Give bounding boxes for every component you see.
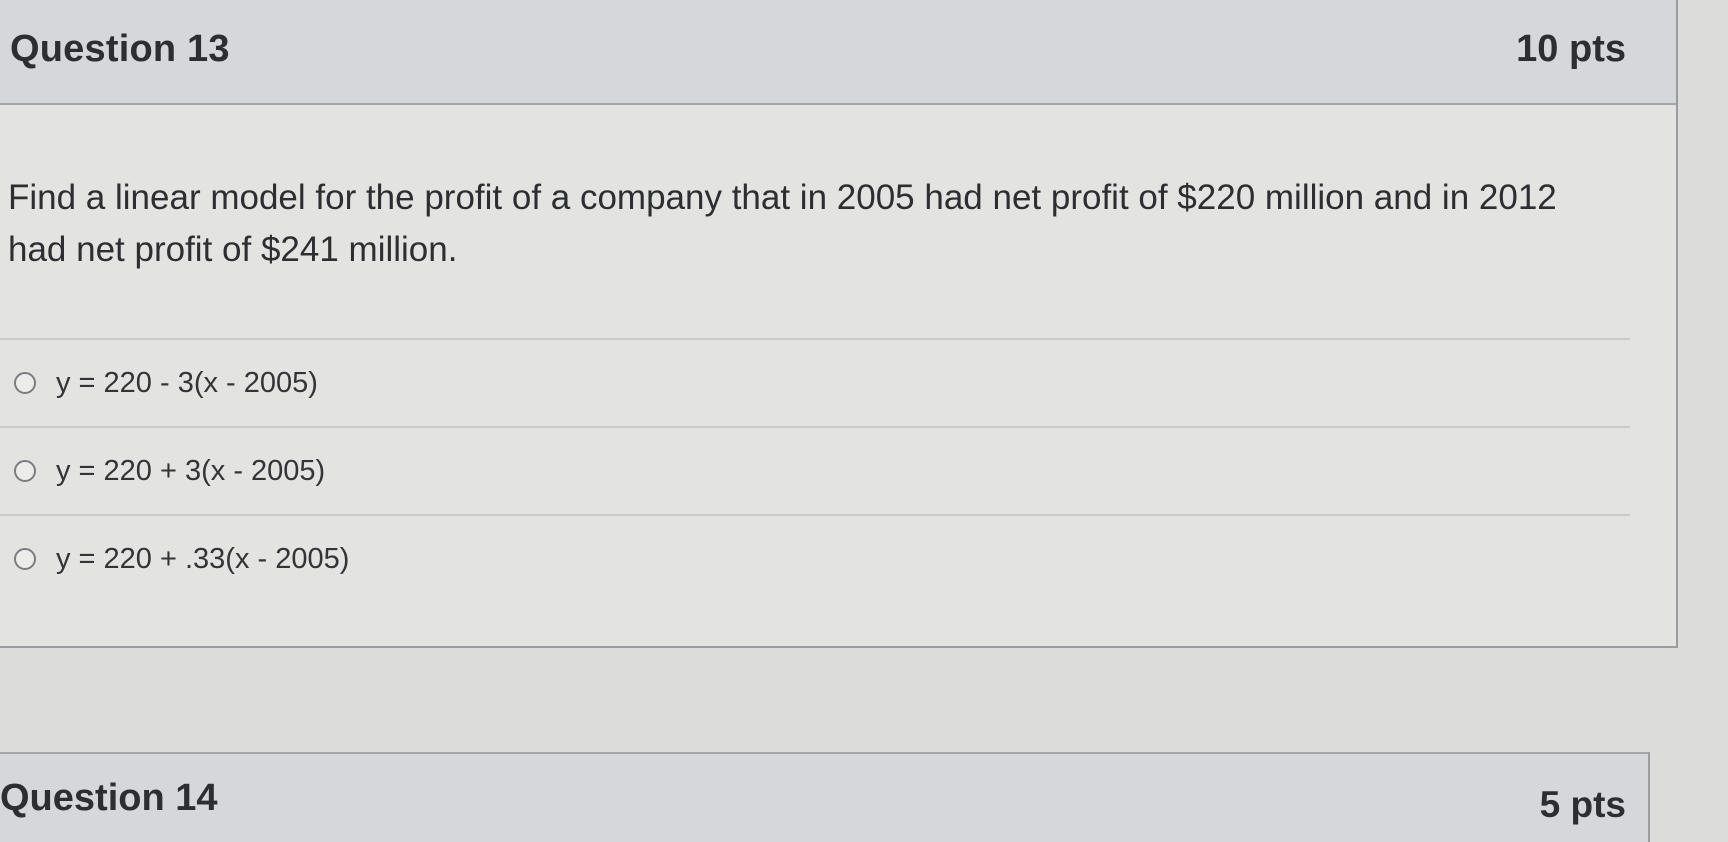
radio-button[interactable]: [14, 372, 36, 394]
question-points: 10 pts: [1516, 28, 1626, 70]
answer-label[interactable]: y = 220 + .33(x - 2005): [56, 543, 349, 576]
question-title: Question 14: [0, 777, 218, 819]
answer-list: y = 220 - 3(x - 2005) y = 220 + 3(x - 20…: [0, 338, 1630, 602]
radio-button[interactable]: [14, 460, 36, 482]
question-title: Question 13: [10, 28, 230, 70]
answer-option-3[interactable]: y = 220 + .33(x - 2005): [0, 516, 1630, 602]
radio-button[interactable]: [14, 548, 36, 570]
question-header: Question 13 10 pts: [0, 0, 1676, 105]
question-14-card: Question 14 5 pts: [0, 752, 1650, 842]
answer-label[interactable]: y = 220 - 3(x - 2005): [56, 367, 318, 400]
answer-option-1[interactable]: y = 220 - 3(x - 2005): [0, 340, 1630, 426]
question-text: Find a linear model for the profit of a …: [8, 178, 1557, 269]
answer-label[interactable]: y = 220 + 3(x - 2005): [56, 455, 325, 488]
answer-option-2[interactable]: y = 220 + 3(x - 2005): [0, 428, 1630, 514]
question-13-card: Question 13 10 pts Find a linear model f…: [0, 0, 1678, 648]
